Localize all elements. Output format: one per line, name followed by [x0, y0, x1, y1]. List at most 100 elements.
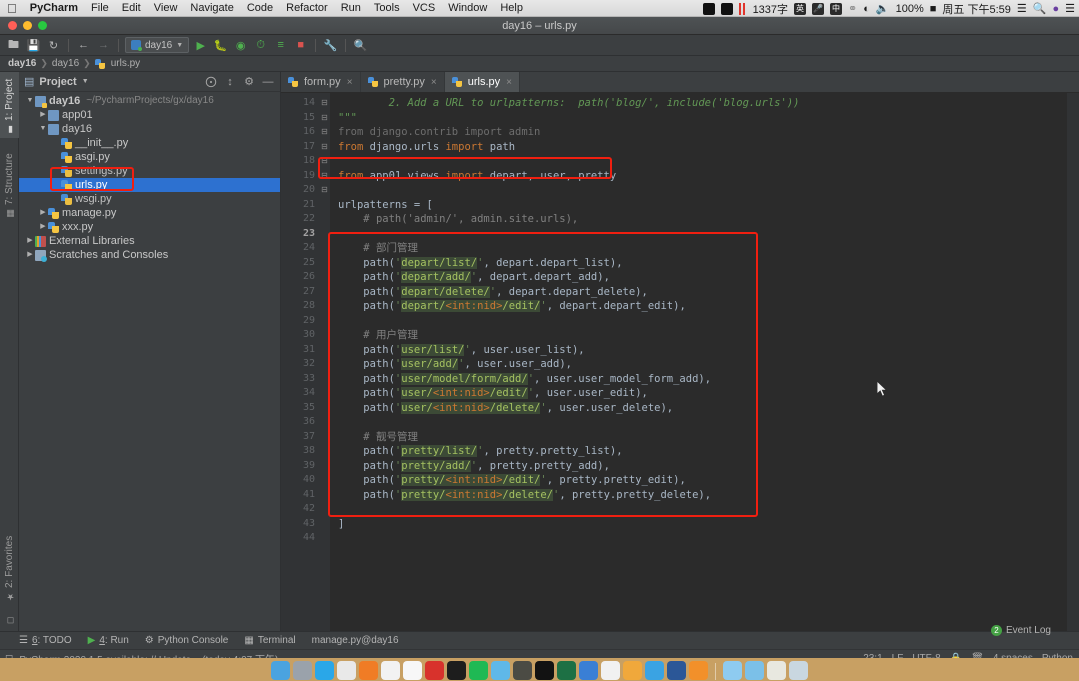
- sync-icon[interactable]: ↻: [45, 37, 62, 54]
- dock-app-word[interactable]: [667, 661, 686, 680]
- editor-tab-form-py[interactable]: form.py ×: [281, 72, 361, 92]
- tree-row-urls-py[interactable]: urls.py: [19, 178, 280, 192]
- dock-app-pycharm[interactable]: [447, 661, 466, 680]
- menu-item-tools[interactable]: Tools: [374, 2, 400, 14]
- chevron-down-icon[interactable]: ▼: [82, 78, 89, 85]
- dock-app-launchpad[interactable]: [293, 661, 312, 680]
- fold-marker-icon[interactable]: ⊟: [319, 183, 330, 198]
- debug-icon[interactable]: 🐛: [212, 37, 229, 54]
- collapse-arrow-icon[interactable]: ▶: [38, 220, 48, 234]
- volume-icon[interactable]: 🔈: [876, 2, 890, 15]
- breadcrumb-item-package[interactable]: day16: [52, 58, 79, 69]
- menu-item-code[interactable]: Code: [247, 2, 273, 14]
- code-folding-gutter[interactable]: ⊟ ⊟ ⊟ ⊟ ⊟ ⊟ ⊟: [319, 93, 330, 631]
- fold-marker-icon[interactable]: ⊟: [319, 96, 330, 111]
- source-code[interactable]: 2. Add a URL to urlpatterns: path('blog/…: [330, 93, 1067, 546]
- fold-marker-icon[interactable]: ⊟: [319, 125, 330, 140]
- dropbox-icon[interactable]: [702, 2, 715, 15]
- tree-row-scratches-and-consoles[interactable]: ▶ Scratches and Consoles: [19, 248, 280, 262]
- dock-app-iterm[interactable]: [535, 661, 554, 680]
- menu-item-vcs[interactable]: VCS: [413, 2, 436, 14]
- fold-marker-icon[interactable]: ⊟: [319, 140, 330, 155]
- ime-english-icon[interactable]: 英: [794, 2, 807, 15]
- back-arrow-icon[interactable]: ←: [75, 37, 92, 54]
- clock-datetime[interactable]: 周五 下午5:59: [942, 1, 1010, 17]
- bluetooth-icon[interactable]: ⚭: [848, 2, 857, 15]
- dock-app-wechat[interactable]: [469, 661, 488, 680]
- wifi-icon[interactable]: ◐: [863, 3, 870, 15]
- search-everywhere-icon[interactable]: 🔍: [352, 37, 369, 54]
- dock-app-firefox[interactable]: [359, 661, 378, 680]
- hide-tool-window-button[interactable]: ◻: [0, 611, 19, 629]
- dock-app-finder[interactable]: [271, 661, 290, 680]
- sidebar-item-structure[interactable]: ▦ 7: Structure: [0, 144, 19, 222]
- dock-app-sublime-text[interactable]: [513, 661, 532, 680]
- code-editor[interactable]: 14 15 16 17 18 19 20 21 22 23 24 25 26 27 28 29 30 31 32 33…: [281, 93, 1079, 631]
- menu-item-file[interactable]: File: [91, 2, 109, 14]
- sidebar-item-project[interactable]: ▮ 1: Project: [0, 72, 19, 138]
- dock-app-netease-music[interactable]: [425, 661, 444, 680]
- tree-row---init---py[interactable]: __init__.py: [19, 136, 280, 150]
- collapse-all-icon[interactable]: ↕: [223, 76, 237, 88]
- dock-app-numbers[interactable]: [601, 661, 620, 680]
- close-tab-icon[interactable]: ×: [347, 77, 353, 88]
- run-configuration-selector[interactable]: day16 ▼: [125, 37, 190, 53]
- collapse-arrow-icon[interactable]: ▶: [25, 234, 35, 248]
- bottom-item-terminal[interactable]: ▦ Terminal: [244, 635, 295, 646]
- save-icon[interactable]: 💾: [25, 37, 42, 54]
- dock-app-typora[interactable]: [381, 661, 400, 680]
- editor-tab-urls-py[interactable]: urls.py ×: [444, 72, 520, 92]
- dock-app-screen-share[interactable]: [579, 661, 598, 680]
- dock-downloads-stack[interactable]: [745, 661, 764, 680]
- tree-row-wsgi-py[interactable]: wsgi.py: [19, 192, 280, 206]
- snipaste-icon[interactable]: [720, 2, 733, 15]
- run-icon[interactable]: ▶: [192, 37, 209, 54]
- dock-app-sketch[interactable]: [623, 661, 642, 680]
- fold-marker-icon[interactable]: ⊟: [319, 169, 330, 184]
- microphone-icon[interactable]: 🎤: [812, 2, 825, 15]
- battery-icon[interactable]: ■: [930, 3, 937, 15]
- stop-icon[interactable]: ■: [292, 37, 309, 54]
- dock-app-calendar[interactable]: [403, 661, 422, 680]
- dock-app-telegram[interactable]: [645, 661, 664, 680]
- collapse-arrow-icon[interactable]: ▶: [38, 108, 48, 122]
- hide-icon[interactable]: —: [261, 76, 275, 88]
- breadcrumb-item-file[interactable]: urls.py: [111, 58, 140, 69]
- collapse-arrow-icon[interactable]: ▶: [25, 248, 35, 262]
- profile-icon[interactable]: ⏱: [252, 37, 269, 54]
- siri-icon[interactable]: ●: [1052, 3, 1059, 15]
- settings-wrench-icon[interactable]: 🔧: [322, 37, 339, 54]
- apple-logo-icon[interactable]: : [7, 2, 17, 15]
- tree-row-day16[interactable]: ▼ day16 ~/PycharmProjects/gx/day16: [19, 94, 280, 108]
- run-with-console-icon[interactable]: ≡: [272, 37, 289, 54]
- battery-percent[interactable]: 100%: [896, 3, 924, 15]
- tree-row-xxx-py[interactable]: ▶ xxx.py: [19, 220, 280, 234]
- menu-item-window[interactable]: Window: [448, 2, 487, 14]
- project-file-tree[interactable]: ▼ day16 ~/PycharmProjects/gx/day16 ▶ app01 ▼ d…: [19, 92, 280, 631]
- menu-item-view[interactable]: View: [154, 2, 178, 14]
- fold-marker-icon[interactable]: ⊟: [319, 111, 330, 126]
- code-text-area[interactable]: 2. Add a URL to urlpatterns: path('blog/…: [330, 93, 1067, 631]
- menu-item-pycharm[interactable]: PyCharm: [30, 2, 78, 14]
- expand-arrow-icon[interactable]: ▼: [38, 122, 48, 136]
- ime-chinese-icon[interactable]: 中: [830, 2, 843, 15]
- dock-app-keynote[interactable]: [491, 661, 510, 680]
- dock-trash[interactable]: [789, 661, 808, 680]
- locate-target-icon[interactable]: ⨀: [204, 75, 218, 88]
- sidebar-item-favorites[interactable]: ★ 2: Favorites: [0, 523, 19, 605]
- dock-items[interactable]: [271, 661, 808, 681]
- tree-row-app01[interactable]: ▶ app01: [19, 108, 280, 122]
- tree-row-settings-py[interactable]: settings.py: [19, 164, 280, 178]
- dock-documents-stack[interactable]: [723, 661, 742, 680]
- istat-icon[interactable]: [738, 2, 747, 15]
- dock-app-safari[interactable]: [315, 661, 334, 680]
- menu-item-help[interactable]: Help: [500, 2, 523, 14]
- close-tab-icon[interactable]: ×: [431, 77, 437, 88]
- spotlight-search-icon[interactable]: 🔍: [1033, 2, 1047, 15]
- dock-app-excel[interactable]: [557, 661, 576, 680]
- fold-marker-icon[interactable]: ⊟: [319, 154, 330, 169]
- forward-arrow-icon[interactable]: →: [95, 37, 112, 54]
- gear-icon[interactable]: ⚙: [242, 75, 256, 88]
- word-count-indicator[interactable]: 1337字: [753, 1, 788, 17]
- dock-app-safari-dl[interactable]: [689, 661, 708, 680]
